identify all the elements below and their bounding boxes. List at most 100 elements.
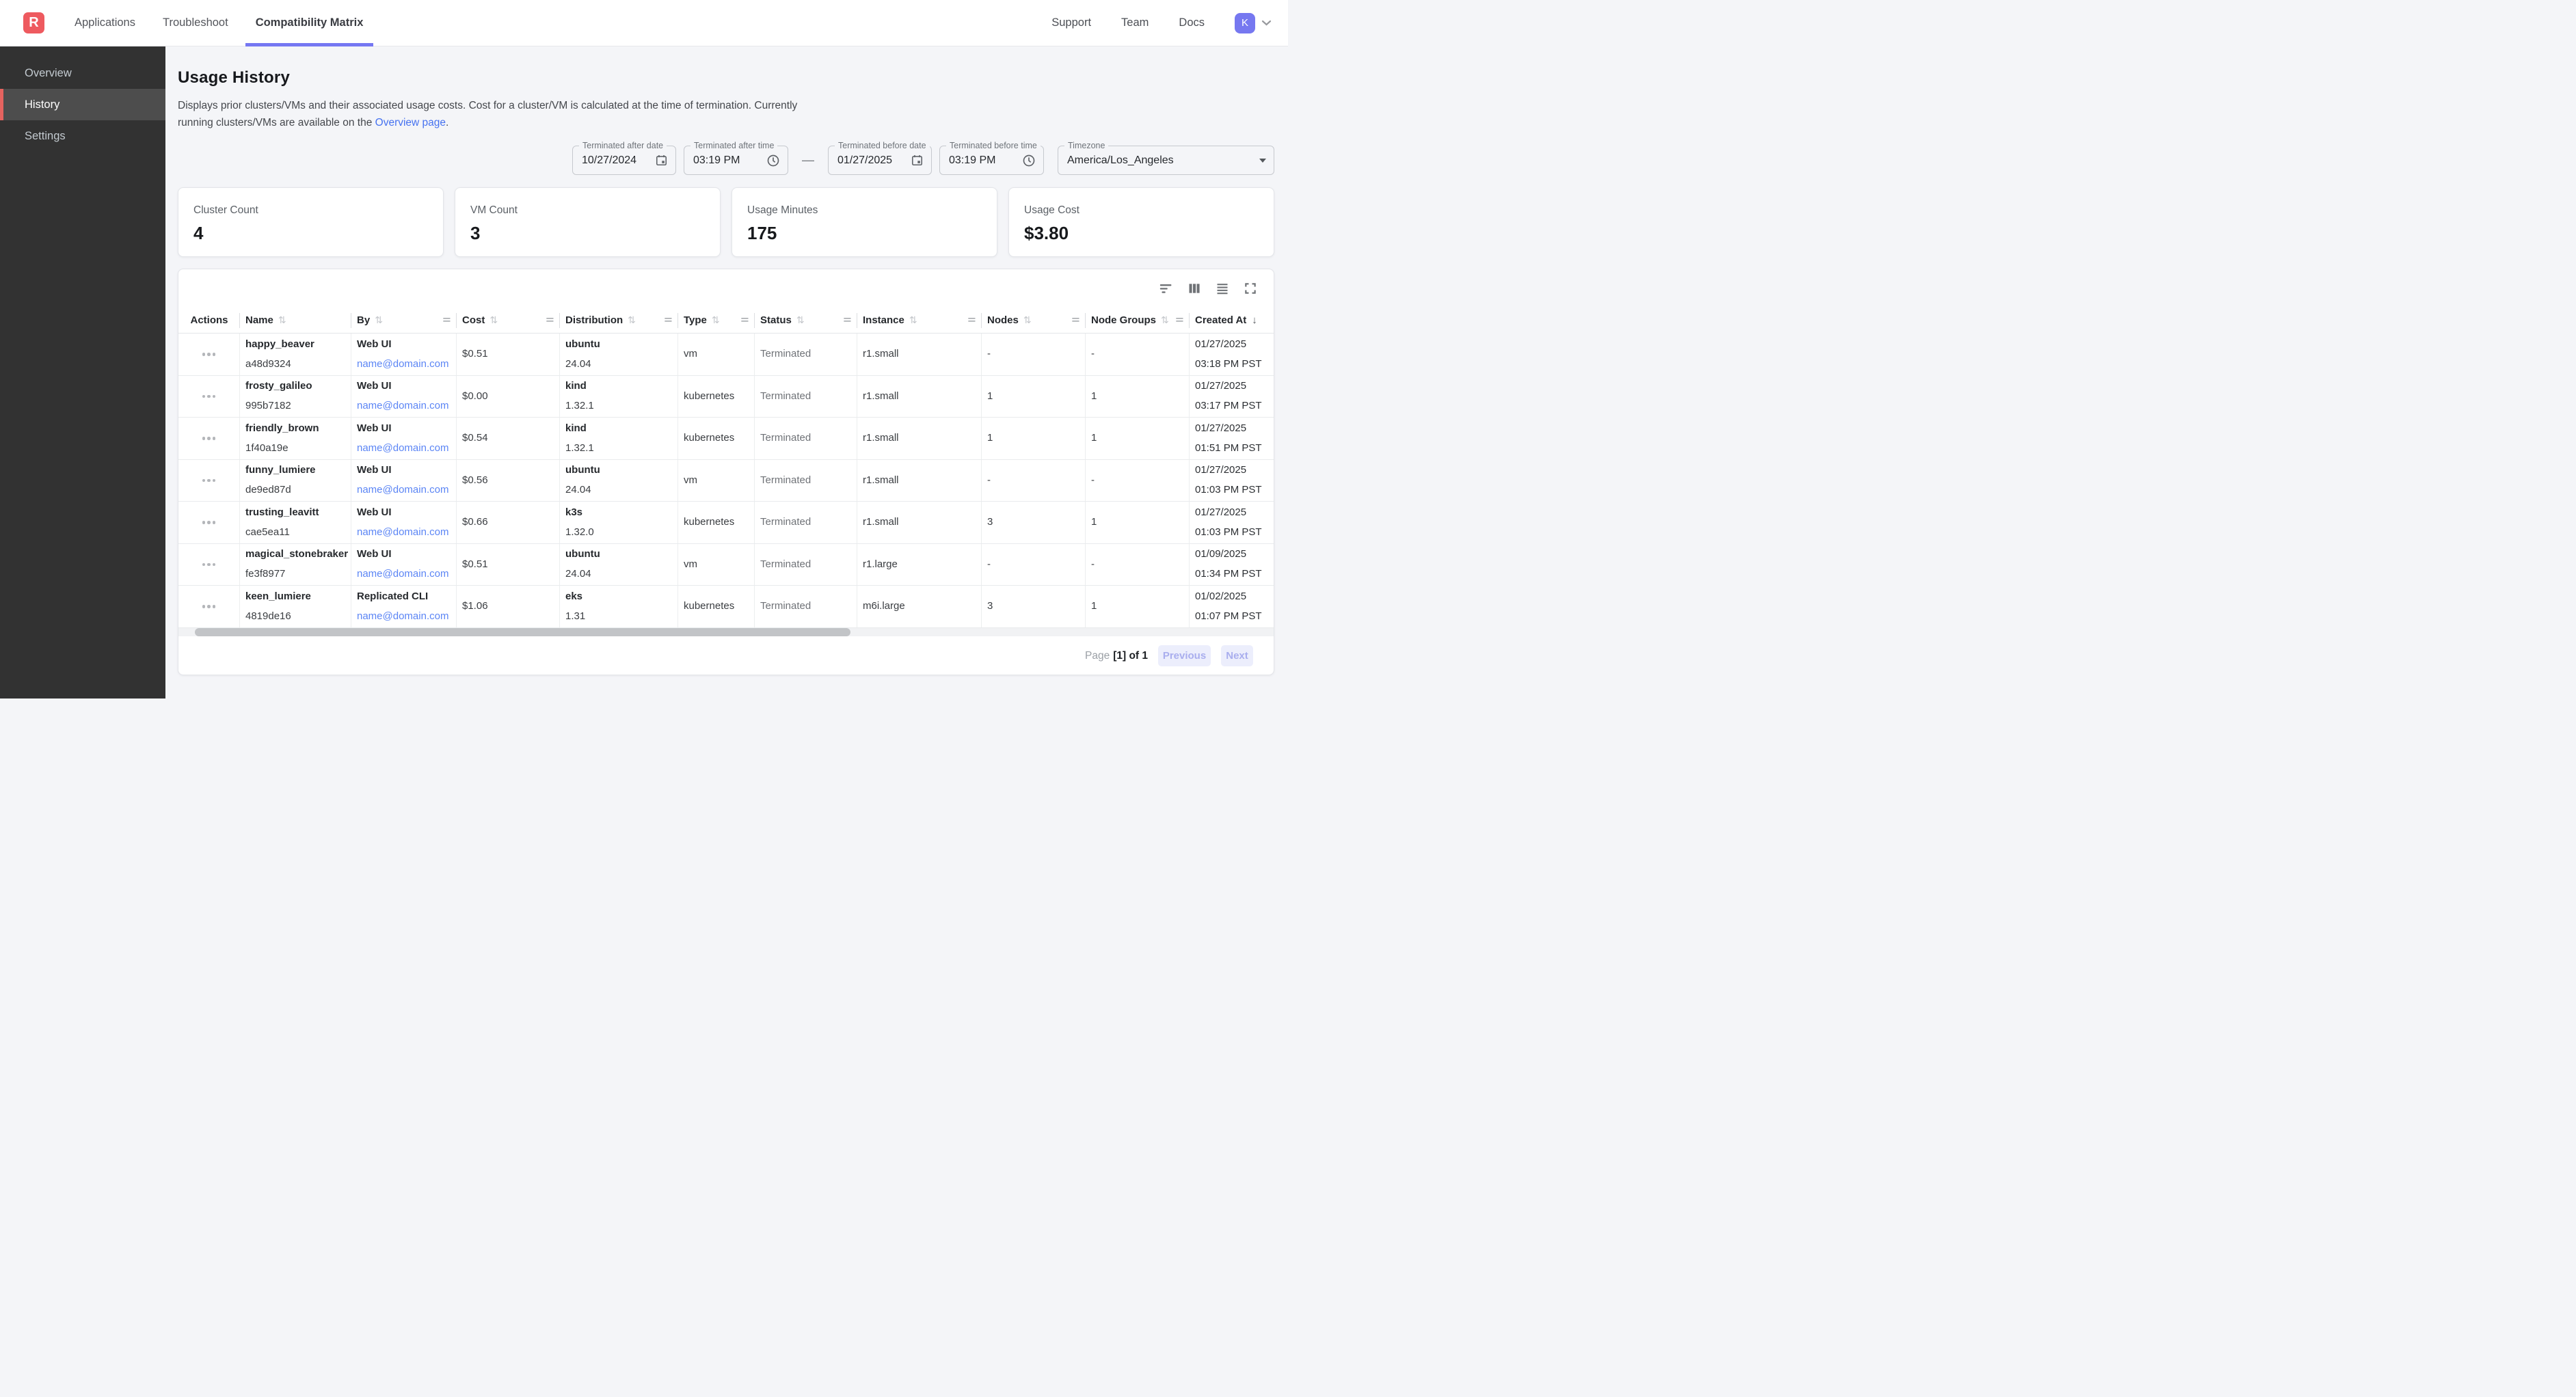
cell-distribution: eks1.31 [560, 586, 678, 627]
table-row: friendly_brown1f40a19eWeb UIname@domain.… [178, 418, 1274, 460]
sidebar-item-overview[interactable]: Overview [0, 57, 165, 89]
row-actions-button[interactable] [200, 434, 219, 443]
column-header-status[interactable]: Status⇅= [755, 308, 857, 333]
column-header-nodes[interactable]: Nodes⇅= [982, 308, 1086, 333]
sort-desc-icon[interactable]: ↓ [1252, 314, 1257, 326]
cell-type: kubernetes [678, 586, 755, 627]
row-actions-button[interactable] [200, 392, 219, 401]
cell-created_at: 01/27/202501:03 PM PST [1190, 460, 1274, 502]
usage-table-card: ActionsName⇅By⇅=Cost⇅=Distribution⇅=Type… [178, 269, 1274, 675]
row-actions-button[interactable] [200, 350, 219, 359]
column-menu-icon[interactable]: = [665, 314, 673, 326]
row-actions-button[interactable] [200, 518, 219, 527]
column-menu-icon[interactable]: = [741, 314, 749, 326]
column-header-type[interactable]: Type⇅= [678, 308, 755, 333]
field-value: 10/27/2024 [582, 154, 655, 167]
column-menu-icon[interactable]: = [968, 314, 976, 326]
cell-name: friendly_brown1f40a19e [240, 418, 351, 459]
column-header-name[interactable]: Name⇅ [240, 308, 351, 333]
cell-type: vm [678, 334, 755, 375]
cell-by: Replicated CLIname@domain.com [351, 586, 457, 627]
cell-name: magical_stonebrakerfe3f8977 [240, 544, 351, 586]
row-actions-button[interactable] [200, 602, 219, 611]
calendar-icon[interactable] [655, 154, 668, 167]
row-actions-button[interactable] [200, 560, 219, 569]
nav-link-support[interactable]: Support [1051, 16, 1091, 29]
avatar[interactable]: K [1235, 13, 1255, 33]
cell-nodes: 3 [982, 586, 1086, 627]
user-email-link[interactable]: name@domain.com [357, 442, 451, 455]
sort-icon[interactable]: ⇅ [489, 314, 498, 326]
timezone-select[interactable]: Timezone America/Los_Angeles [1058, 146, 1274, 175]
page-word: Page [1085, 650, 1110, 662]
nav-link-docs[interactable]: Docs [1179, 16, 1205, 29]
field-value: 03:19 PM [693, 154, 766, 167]
overview-page-link[interactable]: Overview page [375, 117, 446, 128]
cell-created_at: 01/27/202501:51 PM PST [1190, 418, 1274, 459]
sort-icon[interactable]: ⇅ [1161, 314, 1169, 326]
cell-created_at: 01/27/202501:03 PM PST [1190, 502, 1274, 543]
cell-cost: $0.54 [457, 418, 560, 459]
sort-icon[interactable]: ⇅ [375, 314, 383, 326]
cell-type: kubernetes [678, 502, 755, 543]
column-header-created_at[interactable]: Created At ↓ [1190, 308, 1274, 333]
stat-card-usage-minutes: Usage Minutes175 [732, 187, 997, 257]
column-menu-icon[interactable]: = [546, 314, 554, 326]
field-label: Timezone [1064, 141, 1108, 150]
tab-troubleshoot[interactable]: Troubleshoot [152, 0, 239, 46]
clock-icon[interactable] [1022, 154, 1036, 167]
column-menu-icon[interactable]: = [1176, 314, 1184, 326]
account-menu[interactable]: K [1235, 13, 1272, 33]
column-menu-icon[interactable]: = [844, 314, 852, 326]
sort-icon[interactable]: ⇅ [628, 314, 636, 326]
column-label: Created At [1195, 314, 1246, 326]
sidebar-item-settings[interactable]: Settings [0, 120, 165, 152]
cell-by: Web UIname@domain.com [351, 544, 457, 586]
terminated-after-time-input[interactable]: Terminated after time 03:19 PM [684, 146, 788, 175]
next-button[interactable]: Next [1221, 645, 1253, 666]
cell-by: Web UIname@domain.com [351, 376, 457, 418]
terminated-after-date-input[interactable]: Terminated after date 10/27/2024 [572, 146, 676, 175]
row-actions-button[interactable] [200, 476, 219, 485]
cell-name: happy_beavera48d9324 [240, 334, 351, 375]
clock-icon[interactable] [766, 154, 780, 167]
app-logo[interactable]: R [23, 12, 44, 33]
user-email-link[interactable]: name@domain.com [357, 357, 451, 371]
fullscreen-icon[interactable] [1244, 282, 1257, 295]
column-header-by[interactable]: By⇅= [351, 308, 457, 333]
user-email-link[interactable]: name@domain.com [357, 483, 451, 497]
user-email-link[interactable]: name@domain.com [357, 610, 451, 623]
tab-compatibility-matrix[interactable]: Compatibility Matrix [245, 0, 374, 46]
columns-icon[interactable] [1188, 282, 1201, 295]
nav-links: Support Team Docs [1051, 16, 1205, 29]
user-email-link[interactable]: name@domain.com [357, 399, 451, 413]
table-row: happy_beavera48d9324Web UIname@domain.co… [178, 334, 1274, 376]
table-row: frosty_galileo995b7182Web UIname@domain.… [178, 376, 1274, 418]
column-header-distribution[interactable]: Distribution⇅= [560, 308, 678, 333]
scrollbar-thumb[interactable] [195, 628, 850, 636]
sort-icon[interactable]: ⇅ [278, 314, 286, 326]
column-header-node_groups[interactable]: Node Groups⇅= [1086, 308, 1190, 333]
table-toolbar [178, 269, 1274, 308]
nav-link-team[interactable]: Team [1121, 16, 1149, 29]
previous-button[interactable]: Previous [1158, 645, 1211, 666]
sidebar-item-history[interactable]: History [0, 89, 165, 120]
tab-applications[interactable]: Applications [64, 0, 146, 46]
column-menu-icon[interactable]: = [1072, 314, 1080, 326]
density-icon[interactable] [1216, 282, 1229, 295]
column-header-cost[interactable]: Cost⇅= [457, 308, 560, 333]
terminated-before-time-input[interactable]: Terminated before time 03:19 PM [939, 146, 1044, 175]
calendar-icon[interactable] [911, 154, 924, 167]
filter-icon[interactable] [1159, 282, 1173, 295]
page-number: [1] of 1 [1113, 650, 1148, 662]
column-menu-icon[interactable]: = [443, 314, 451, 326]
sort-icon[interactable]: ⇅ [909, 314, 917, 326]
column-header-instance[interactable]: Instance⇅= [857, 308, 982, 333]
sort-icon[interactable]: ⇅ [796, 314, 805, 326]
sort-icon[interactable]: ⇅ [712, 314, 720, 326]
user-email-link[interactable]: name@domain.com [357, 567, 451, 581]
cell-type: vm [678, 544, 755, 586]
sort-icon[interactable]: ⇅ [1023, 314, 1032, 326]
terminated-before-date-input[interactable]: Terminated before date 01/27/2025 [828, 146, 932, 175]
user-email-link[interactable]: name@domain.com [357, 526, 451, 539]
